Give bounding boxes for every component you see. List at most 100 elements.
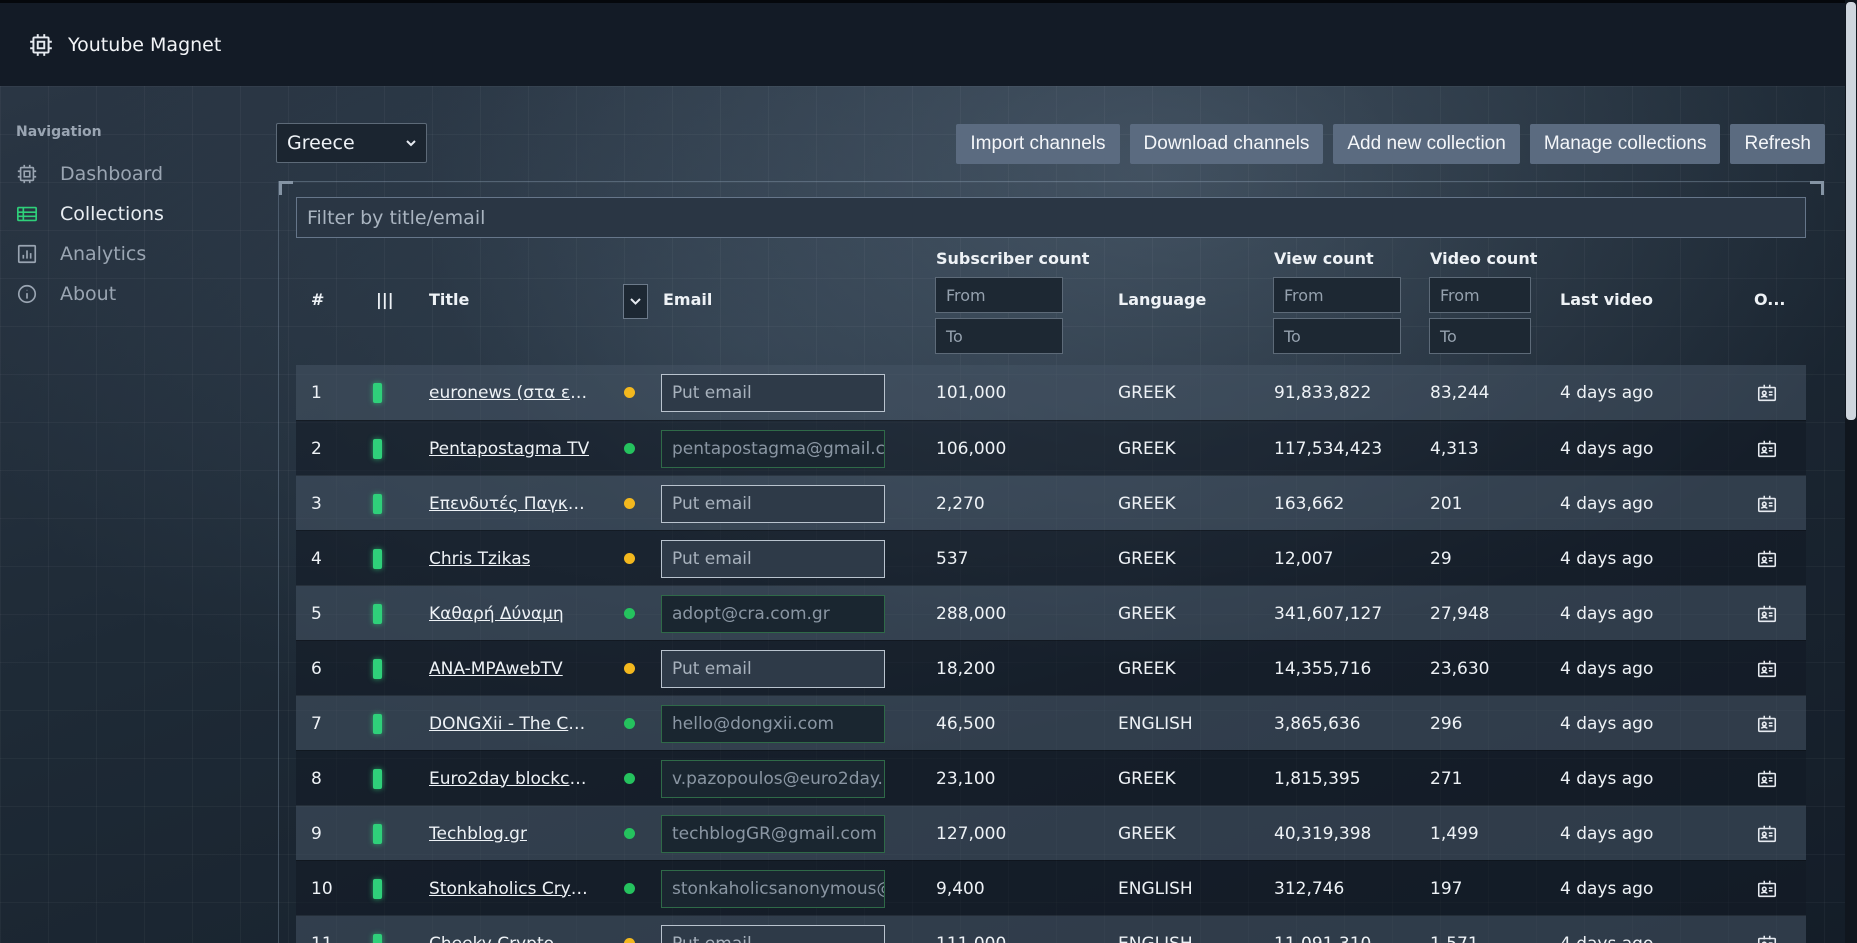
view-count: 91,833,822 <box>1274 382 1372 403</box>
videos-to-input[interactable]: To <box>1429 318 1531 354</box>
row-status-bar <box>373 641 382 696</box>
contact-card-icon[interactable] <box>1756 878 1778 900</box>
sidebar-item-dashboard[interactable]: Dashboard <box>16 154 236 194</box>
email-input[interactable]: v.pazopoulos@euro2day.g <box>661 759 885 798</box>
contact-card-icon[interactable] <box>1756 603 1778 625</box>
options-cell <box>1756 476 1778 531</box>
last-video: 4 days ago <box>1560 493 1654 514</box>
video-count: 1,571 <box>1430 916 1479 943</box>
sidebar-item-label: Dashboard <box>60 163 164 185</box>
email-cell: stonkaholicsanonymous@ <box>661 861 885 916</box>
last-video: 4 days ago <box>1560 548 1654 569</box>
email-status-dot <box>624 387 635 398</box>
import-channels-button[interactable]: Import channels <box>956 124 1120 164</box>
views-to-input[interactable]: To <box>1273 318 1401 354</box>
column-header-views[interactable]: View count <box>1274 249 1374 268</box>
email-input[interactable]: techblogGR@gmail.com <box>661 814 885 853</box>
subscribers-from-input[interactable]: From <box>935 277 1063 313</box>
contact-card-icon[interactable] <box>1756 382 1778 404</box>
row-status-bar <box>373 696 382 751</box>
email-input[interactable]: Put email <box>661 484 885 523</box>
row-number: 1 <box>311 382 322 403</box>
email-cell: Put email <box>661 476 885 531</box>
contact-card-icon[interactable] <box>1756 768 1778 790</box>
channel-title-cell: euronews (στα ελλη... <box>429 365 599 420</box>
sidebar-item-collections[interactable]: Collections <box>16 194 236 234</box>
email-filter-toggle[interactable] <box>623 284 648 319</box>
channel-title-link[interactable]: ANA-MPAwebTV <box>429 659 563 679</box>
email-input[interactable]: Put email <box>661 924 885 943</box>
email-status-dot <box>624 773 635 784</box>
refresh-button[interactable]: Refresh <box>1730 124 1825 164</box>
subscriber-count: 101,000 <box>936 382 1007 403</box>
language: GREEK <box>1118 768 1176 789</box>
scrollbar[interactable] <box>1845 0 1857 943</box>
email-status-cell <box>624 751 635 806</box>
options-cell <box>1756 421 1778 476</box>
contact-card-icon[interactable] <box>1756 548 1778 570</box>
email-status-cell <box>624 365 635 420</box>
chevron-down-icon <box>630 298 641 305</box>
subscribers-to-input[interactable]: To <box>935 318 1063 354</box>
country-select[interactable]: Greece <box>276 123 427 163</box>
channel-title-link[interactable]: Επενδυτές Παγκόσ... <box>429 494 595 514</box>
row-status-bar <box>373 861 382 916</box>
email-input[interactable]: pentapostagma@gmail.cc <box>661 429 885 468</box>
contact-card-icon[interactable] <box>1756 658 1778 680</box>
column-header-title[interactable]: Title <box>429 290 469 309</box>
channel-title-link[interactable]: Chris Tzikas <box>429 549 530 569</box>
column-header-language[interactable]: Language <box>1118 290 1206 309</box>
email-status-cell <box>624 476 635 531</box>
column-header-subscribers[interactable]: Subscriber count <box>936 249 1089 268</box>
email-input[interactable]: adopt@cra.com.gr <box>661 594 885 633</box>
row-status-bar <box>373 365 382 420</box>
channel-title-link[interactable]: Euro2day blockcha... <box>429 769 595 789</box>
video-count: 1,499 <box>1430 823 1479 844</box>
sidebar-item-about[interactable]: About <box>16 274 236 314</box>
row-number: 6 <box>311 658 322 679</box>
filter-input[interactable]: Filter by title/email <box>296 197 1806 238</box>
column-header-last-video[interactable]: Last video <box>1560 290 1653 309</box>
add-collection-button[interactable]: Add new collection <box>1333 124 1520 164</box>
contact-card-icon[interactable] <box>1756 713 1778 735</box>
info-icon <box>17 284 37 304</box>
subscriber-count: 23,100 <box>936 768 996 789</box>
nav-heading: Navigation <box>16 124 102 140</box>
channel-title-link[interactable]: Pentapostagma TV <box>429 439 589 459</box>
channel-title-cell: Chris Tzikas <box>429 531 599 586</box>
video-count: 29 <box>1430 548 1452 569</box>
download-channels-button[interactable]: Download channels <box>1129 124 1324 164</box>
channel-title-link[interactable]: euronews (στα ελλη... <box>429 383 595 403</box>
email-input[interactable]: Put email <box>661 539 885 578</box>
views-from-input[interactable]: From <box>1273 277 1401 313</box>
channel-title-link[interactable]: Cheeky Crypto <box>429 934 554 943</box>
email-input[interactable]: Put email <box>661 373 885 412</box>
last-video: 4 days ago <box>1560 382 1654 403</box>
email-input[interactable]: hello@dongxii.com <box>661 704 885 743</box>
sidebar-item-analytics[interactable]: Analytics <box>16 234 236 274</box>
contact-card-icon[interactable] <box>1756 493 1778 515</box>
contact-card-icon[interactable] <box>1756 823 1778 845</box>
videos-from-input[interactable]: From <box>1429 277 1531 313</box>
channel-title-link[interactable]: Καθαρή Δύναμη <box>429 604 564 624</box>
email-input[interactable]: Put email <box>661 649 885 688</box>
column-header-videos[interactable]: Video count <box>1430 249 1537 268</box>
contact-card-icon[interactable] <box>1756 933 1778 943</box>
scrollbar-thumb[interactable] <box>1846 2 1856 420</box>
language: GREEK <box>1118 603 1176 624</box>
column-header-email[interactable]: Email <box>663 290 712 309</box>
channel-title-link[interactable]: Stonkaholics Crypto <box>429 879 595 899</box>
contact-card-icon[interactable] <box>1756 438 1778 460</box>
channel-title-cell: Euro2day blockcha... <box>429 751 599 806</box>
manage-collections-button[interactable]: Manage collections <box>1529 124 1721 164</box>
channel-title-link[interactable]: Techblog.gr <box>429 824 527 844</box>
channel-title-link[interactable]: DONGXii - The Chin... <box>429 714 595 734</box>
email-cell: techblogGR@gmail.com <box>661 806 885 861</box>
last-video: 4 days ago <box>1560 823 1654 844</box>
row-number: 7 <box>311 713 322 734</box>
last-video: 4 days ago <box>1560 658 1654 679</box>
status-bar <box>373 493 382 514</box>
row-status-bar <box>373 586 382 641</box>
email-input[interactable]: stonkaholicsanonymous@ <box>661 869 885 908</box>
sidebar-item-label: Collections <box>60 203 164 225</box>
